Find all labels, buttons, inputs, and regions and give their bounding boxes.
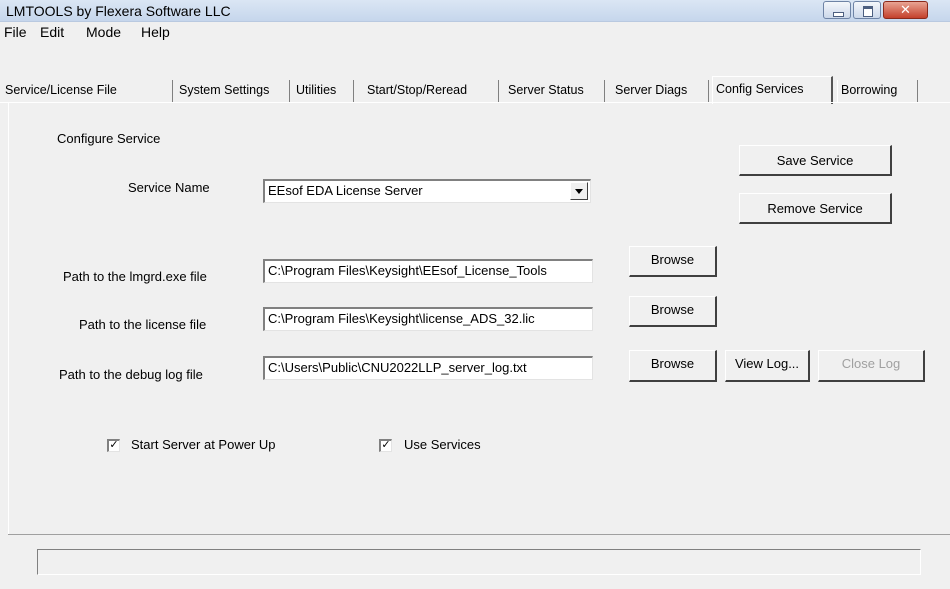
license-path-field[interactable]: C:\Program Files\Keysight\license_ADS_32… [263,307,593,331]
tab-panel-left-border [8,103,9,534]
tab-start-stop-reread[interactable]: Start/Stop/Reread [364,80,499,102]
service-name-value: EEsof EDA License Server [268,183,423,198]
remove-service-button[interactable]: Remove Service [739,193,892,224]
close-icon: ✕ [900,2,911,17]
tab-utilities[interactable]: Utilities [293,80,354,102]
maximize-button[interactable] [853,1,881,19]
minimize-button[interactable] [823,1,851,19]
view-log-button[interactable]: View Log... [725,350,810,382]
browse-debug-log-button[interactable]: Browse [629,350,717,382]
lmgrd-path-field[interactable]: C:\Program Files\Keysight\EEsof_License_… [263,259,593,283]
status-bar [37,549,921,575]
start-at-power-up-label[interactable]: Start Server at Power Up [131,437,276,452]
use-services-label[interactable]: Use Services [404,437,481,452]
minimize-icon [833,12,844,17]
window-title: LMTOOLS by Flexera Software LLC [6,3,231,19]
start-at-power-up-checkbox[interactable]: ✓ [107,439,120,452]
save-service-button[interactable]: Save Service [739,145,892,176]
menu-file[interactable]: File [4,24,27,40]
browse-lmgrd-button[interactable]: Browse [629,246,717,277]
close-button[interactable]: ✕ [883,1,928,19]
menu-edit[interactable]: Edit [40,24,64,40]
close-log-button[interactable]: Close Log [818,350,925,382]
service-name-label: Service Name [128,180,210,195]
tab-config-services[interactable]: Config Services [712,76,833,104]
tab-service-license-file[interactable]: Service/License File [2,80,173,102]
maximize-icon [863,6,873,17]
tab-panel-bottom-border [8,534,950,535]
lmgrd-path-label: Path to the lmgrd.exe file [63,269,207,284]
menu-help[interactable]: Help [141,24,170,40]
configure-service-heading: Configure Service [57,131,161,146]
menu-mode[interactable]: Mode [86,24,121,40]
tab-borrowing[interactable]: Borrowing [837,80,918,102]
debug-log-path-field[interactable]: C:\Users\Public\CNU2022LLP_server_log.tx… [263,356,593,380]
debug-log-path-label: Path to the debug log file [59,367,203,382]
tab-server-status[interactable]: Server Status [505,80,605,102]
service-name-combobox[interactable]: EEsof EDA License Server [263,179,591,203]
tab-system-settings[interactable]: System Settings [176,80,290,102]
browse-license-button[interactable]: Browse [629,296,717,327]
title-bar: LMTOOLS by Flexera Software LLC ✕ [0,0,950,22]
tab-panel-border [0,102,950,103]
tab-server-diags[interactable]: Server Diags [612,80,709,102]
license-path-label: Path to the license file [79,317,207,332]
use-services-checkbox[interactable]: ✓ [379,439,392,452]
chevron-down-icon[interactable] [570,182,588,200]
